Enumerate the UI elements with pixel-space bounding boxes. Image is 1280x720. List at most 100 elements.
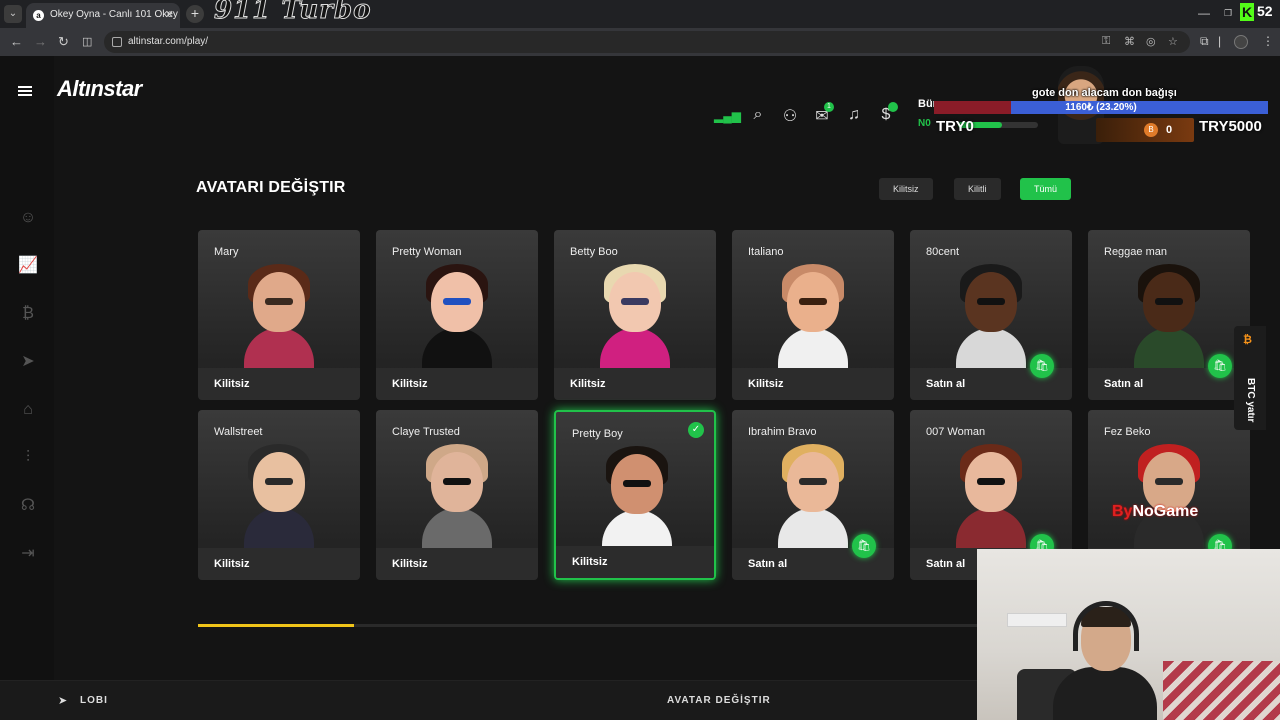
sliders-icon[interactable]: ⫶ [18, 448, 38, 468]
donation-progress-bar: 1160₺ (23.20%) [934, 101, 1268, 114]
site-info-icon[interactable] [112, 37, 122, 47]
restore-icon[interactable]: ❐ [1224, 8, 1232, 19]
avatar-image [594, 444, 680, 550]
avatar-name: 007 Woman [926, 426, 986, 438]
filter-unlocked-button[interactable]: Kilitsiz [879, 178, 933, 200]
avatar-card[interactable]: Mary Kilitsiz [198, 230, 360, 400]
avatar-status: Kilitsiz [214, 378, 250, 390]
bookmark-star-icon[interactable]: ☆ [1168, 35, 1178, 48]
send-icon[interactable]: ➤ [18, 352, 38, 372]
avatar-status: Kilitsiz [572, 556, 608, 568]
avatar-name: Betty Boo [570, 246, 618, 258]
minimize-icon[interactable]: — [1198, 6, 1210, 20]
avatar-card[interactable]: Reggae man Satın al 🛍 [1088, 230, 1250, 400]
balance-right: TRY5000 [1199, 118, 1262, 135]
avatar-image [770, 262, 856, 368]
buy-bag-icon[interactable]: 🛍 [1030, 354, 1054, 378]
music-icon[interactable]: ♫ [844, 106, 864, 124]
header-icon-bar: ▂▄▆ ⌕ ⚇ ✉ 1 ♫ $ [712, 96, 908, 140]
webcam-overlay [977, 549, 1280, 720]
translate-icon[interactable]: ⌘ [1124, 35, 1135, 48]
avatar-card[interactable]: Ibrahim Bravo Satın al 🛍 [732, 410, 894, 580]
avatar-image [592, 262, 678, 368]
avatar-name: Italiano [748, 246, 784, 258]
browser-tab[interactable]: a Okey Oyna - Canlı 101 Okey ve ✕ [26, 3, 180, 28]
avatar-status: Kilitsiz [570, 378, 606, 390]
lobby-link[interactable]: LOBI [80, 695, 108, 706]
search-icon[interactable]: ⌕ [748, 106, 768, 124]
avatar-card[interactable]: Italiano Kilitsiz [732, 230, 894, 400]
profile-avatar[interactable] [1234, 35, 1248, 49]
url-text[interactable]: altinstar.com/play/ [128, 36, 208, 47]
chart-icon[interactable]: 📈 [18, 256, 38, 276]
avatar-card[interactable]: Pretty Woman Kilitsiz [376, 230, 538, 400]
back-icon[interactable]: ← [10, 34, 23, 49]
buy-bag-icon[interactable]: 🛍 [1208, 354, 1232, 378]
avatar-name: Reggae man [1104, 246, 1167, 258]
donation-progress-text: 1160₺ (23.20%) [1065, 102, 1137, 113]
avatar-grid: Mary Kilitsiz Pretty Woman Kilitsiz Betty … [198, 230, 1250, 582]
avatar-image [414, 262, 500, 368]
coin-balance[interactable]: B 0 [1096, 118, 1194, 142]
avatar-card[interactable]: Pretty Boy Kilitsiz ✓ [554, 410, 716, 580]
page-title: AVATARI DEĞİŞTIR [196, 179, 346, 196]
friends-icon[interactable]: ⚇ [780, 106, 800, 126]
coin-icon: B [1144, 123, 1158, 137]
reload-icon[interactable]: ↻ [58, 34, 69, 50]
extensions-icon[interactable]: ⧉ [1200, 34, 1209, 49]
lobby-arrow-icon[interactable]: ➤ [58, 694, 67, 707]
headset-icon[interactable]: ☊ [18, 496, 38, 516]
user-icon[interactable]: ☺ [18, 208, 38, 228]
avatar-image [948, 442, 1034, 548]
avatar-image [236, 442, 322, 548]
filter-all-button[interactable]: Tümü [1020, 178, 1072, 200]
menu-kebab-icon[interactable]: ⋮ [1262, 34, 1274, 48]
logout-icon[interactable]: ⇥ [18, 544, 38, 564]
avatar-image [236, 262, 322, 368]
balance-left: TRY0 [936, 118, 974, 135]
kick-logo-icon: K [1240, 3, 1254, 21]
tab-search-icon[interactable]: ⌄ [4, 5, 22, 23]
sidebar-toggle-icon[interactable]: ◫ [82, 35, 92, 48]
site-logo[interactable]: Altınstar [57, 76, 142, 102]
tag-icon[interactable]: ⌂ [18, 400, 38, 420]
avatar-image [1126, 262, 1212, 368]
carousel-progress-track[interactable] [198, 624, 978, 627]
bitcoin-icon[interactable]: ₿ [18, 304, 38, 324]
tab-title: Okey Oyna - Canlı 101 Okey ve [50, 9, 180, 20]
hamburger-menu-icon[interactable] [18, 86, 32, 96]
avatar-status: Kilitsiz [392, 558, 428, 570]
buy-bag-icon[interactable]: 🛍 [852, 534, 876, 558]
webcam-person [1047, 601, 1157, 720]
avatar-card[interactable]: Claye Trusted Kilitsiz [376, 410, 538, 580]
browser-toolbar: ← → ↻ ◫ altinstar.com/play/ ⚿ ⌘ ◎ ☆ ⧉ | … [0, 28, 1280, 56]
avatar-image [948, 262, 1034, 368]
filter-locked-button[interactable]: Kilitli [954, 178, 1001, 200]
btc-deposit-tab[interactable]: ₿ BTC yatır [1234, 326, 1266, 430]
avatar-name: Fez Beko [1104, 426, 1151, 438]
avatar-status: Kilitsiz [748, 378, 784, 390]
avatar-name: Pretty Boy [572, 428, 623, 440]
avatar-status: Kilitsiz [392, 378, 428, 390]
address-bar[interactable]: altinstar.com/play/ ⚿ ⌘ ◎ ☆ [104, 31, 1190, 53]
avatar-status: Satın al [1104, 378, 1144, 390]
bottom-title: AVATAR DEĞİŞTIR [667, 695, 771, 706]
eye-off-icon[interactable]: ◎ [1146, 35, 1156, 48]
forward-icon[interactable]: → [34, 34, 47, 49]
avatar-image [770, 442, 856, 548]
wallet-badge [888, 102, 898, 112]
avatar-name: 80cent [926, 246, 960, 258]
avatar-card[interactable]: Wallstreet Kilitsiz [198, 410, 360, 580]
coin-value: 0 [1166, 124, 1173, 136]
selected-check-icon: ✓ [688, 422, 704, 438]
new-tab-button[interactable]: + [186, 5, 204, 23]
carousel-progress-fill [198, 624, 354, 627]
avatar-name: Wallstreet [214, 426, 263, 438]
key-icon[interactable]: ⚿ [1102, 35, 1110, 48]
tab-favicon-icon: a [33, 10, 44, 21]
user-level: N0 [918, 118, 931, 129]
avatar-card[interactable]: Betty Boo Kilitsiz [554, 230, 716, 400]
tab-close-icon[interactable]: ✕ [165, 8, 174, 21]
avatar-name: Pretty Woman [392, 246, 462, 258]
avatar-card[interactable]: 80cent Satın al 🛍 [910, 230, 1072, 400]
